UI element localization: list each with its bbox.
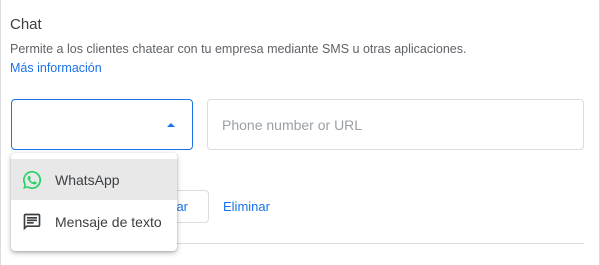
delete-button[interactable]: Eliminar xyxy=(223,190,270,223)
more-info-link[interactable]: Más información xyxy=(10,61,102,75)
whatsapp-icon xyxy=(20,168,44,192)
menu-item-whatsapp[interactable]: WhatsApp xyxy=(11,159,177,200)
menu-item-label: WhatsApp xyxy=(55,171,120,188)
arrow-up-icon xyxy=(167,123,175,127)
chat-type-select[interactable] xyxy=(11,99,193,150)
menu-item-label: Mensaje de texto xyxy=(55,213,162,230)
chat-type-dropdown: WhatsApp Mensaje de texto xyxy=(11,153,177,251)
message-icon xyxy=(20,210,44,234)
phone-url-input[interactable] xyxy=(207,99,584,150)
section-title: Chat xyxy=(10,16,42,33)
section-description: Permite a los clientes chatear con tu em… xyxy=(10,42,467,56)
menu-item-text-message[interactable]: Mensaje de texto xyxy=(11,201,177,242)
chat-panel: Chat Permite a los clientes chatear con … xyxy=(0,0,600,265)
